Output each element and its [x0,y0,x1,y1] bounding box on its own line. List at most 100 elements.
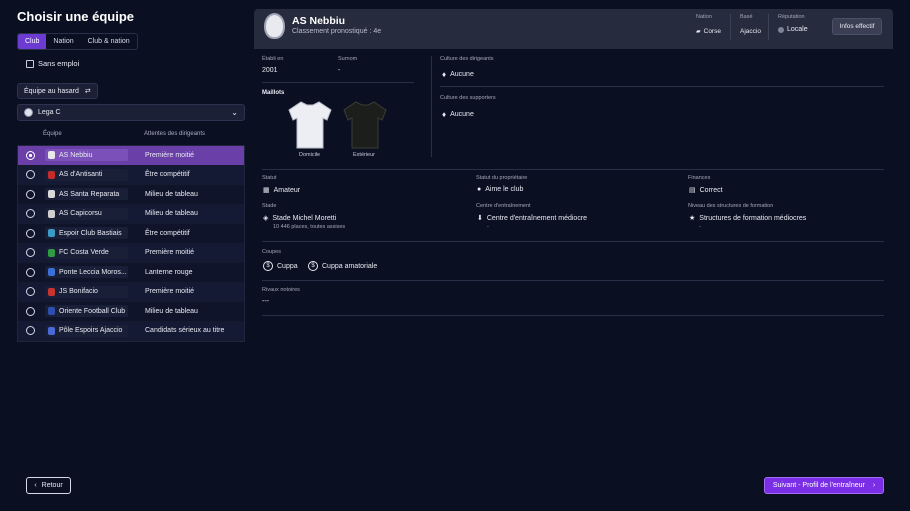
expectation-cell: Milieu de tableau [145,307,198,315]
league-select[interactable]: Lega C ⌄ [17,104,245,121]
club-crest-icon [48,287,55,296]
training-sub: - [487,224,489,230]
person-icon: ● [477,186,482,193]
building-icon: ▦ [263,187,270,194]
table-row[interactable]: Ponte Leccia Moros... Lanterne rouge [18,263,244,283]
back-button[interactable]: ‹ Retour [26,477,71,494]
select-radio[interactable] [26,150,35,160]
supporters-culture-row: ♦ Aucune [442,110,474,119]
select-radio[interactable] [26,248,35,258]
nation-label: Nation [696,14,712,20]
select-radio[interactable] [26,189,35,199]
club-chip[interactable]: Pôle Espoirs Ajaccio [45,324,128,337]
select-radio[interactable] [26,228,35,238]
club-name-cell: AS Capicorsu [59,210,102,218]
club-crest-icon [48,326,55,335]
club-chip[interactable]: FC Costa Verde [45,246,128,259]
stadium-label: Stade [262,203,277,209]
table-row[interactable]: JS Bonifacio Première moitié [18,282,244,302]
club-name-cell: AS Santa Reparata [59,190,120,198]
table-row[interactable]: AS Capicorsu Milieu de tableau [18,204,244,224]
divider [262,82,414,83]
select-radio[interactable] [26,306,35,316]
tab-nation[interactable]: Nation [46,34,80,49]
table-row[interactable]: Pôle Espoirs Ajaccio Candidats sérieux au… [18,321,244,341]
club-name-cell: Pôle Espoirs Ajaccio [59,327,123,335]
club-chip[interactable]: JS Bonifacio [45,285,128,298]
club-chip[interactable]: Ponte Leccia Moros... [45,266,128,279]
select-radio[interactable] [26,287,35,297]
stadium-value[interactable]: Stade Michel Moretti [272,215,336,222]
tab-club-nation[interactable]: Club & nation [81,34,137,49]
expectation-cell: Milieu de tableau [145,190,198,198]
tab-club[interactable]: Club [18,34,47,49]
expectation-cell: Première moitié [145,151,195,159]
owner-row: ● Aime le club [477,186,523,193]
supporters-culture-value: Aucune [450,111,474,118]
team-table: AS Nebbiu Première moitié AS d'Antisanti Êt… [17,145,245,342]
squad-info-button[interactable]: Infos effectif [832,18,882,35]
stadium-icon: ◈ [263,215,269,222]
training-row: ⬇ Centre d'entraînement médiocre [477,214,587,223]
club-crest-icon [48,307,55,316]
cup-name: Cuppa amatoriale [322,262,378,270]
reputation-label: Réputation [778,14,805,20]
club-crest-icon [48,170,55,179]
founded-label: Établi en [262,56,284,62]
select-radio[interactable] [26,267,35,277]
club-chip[interactable]: AS Nebbiu [45,149,128,162]
flame-icon: ♦ [442,110,447,119]
unemployed-checkbox[interactable]: Sans emploi [26,59,79,68]
cups-label: Coupes [262,249,281,255]
table-row[interactable]: FC Costa Verde Première moitié [18,243,244,263]
board-culture-value: Aucune [450,71,474,78]
status-value: Amateur [273,186,301,194]
club-chip[interactable]: AS Santa Reparata [45,188,128,201]
table-row[interactable]: Espoir Club Bastiais Être compétitif [18,224,244,244]
youth-value: Structures de formation médiocres [699,214,807,222]
table-row[interactable]: AS Nebbiu Première moitié [18,146,244,166]
owner-label: Statut du propriétaire [476,175,528,181]
away-kit-label: Extérieur [353,152,376,158]
cup-item[interactable]: $ Cuppa [263,261,298,271]
club-chip[interactable]: Oriente Football Club [45,305,128,318]
club-name-cell: AS Nebbiu [59,151,93,159]
finances-value: Correct [699,186,723,194]
reputation-icon [778,26,784,33]
club-chip[interactable]: Espoir Club Bastiais [45,227,128,240]
based-label: Basé [740,14,753,20]
divider [262,241,884,242]
select-radio[interactable] [26,170,35,180]
mode-tabs: Club Nation Club & nation [17,33,138,50]
cup-item[interactable]: $ Cuppa amatoriale [308,261,377,271]
select-radio[interactable] [26,326,35,336]
next-label: Suivant - Profil de l'entraîneur [772,482,865,489]
back-label: Retour [41,482,63,489]
youth-row: ★ Structures de formation médiocres [689,214,807,223]
expectation-cell: Première moitié [145,249,195,257]
col-team-header[interactable]: Équipe [43,131,144,137]
col-expectation-header[interactable]: Attentes des dirigeants [144,131,205,137]
checkbox-box[interactable] [26,59,34,68]
select-radio[interactable] [26,209,35,219]
club-name-cell: Espoir Club Bastiais [59,229,122,237]
download-icon: ⬇ [477,215,483,222]
random-team-button[interactable]: Équipe au hasard ⇄ [17,83,98,99]
based-info: Basé Ajaccio [740,14,761,35]
next-button[interactable]: Suivant - Profil de l'entraîneur › [764,477,884,494]
table-row[interactable]: AS d'Antisanti Être compétitif [18,165,244,185]
club-chip[interactable]: AS d'Antisanti [45,168,128,181]
club-crest-icon [48,229,55,238]
supporters-culture-label: Culture des supporters [440,95,496,101]
club-name-cell: AS d'Antisanti [59,171,103,179]
board-culture-row: ♦ Aucune [442,70,474,79]
club-name-cell: FC Costa Verde [59,249,109,257]
club-name: AS Nebbiu [292,15,346,27]
nation-value[interactable]: Corse [704,28,721,35]
table-row[interactable]: Oriente Football Club Milieu de tableau [18,302,244,322]
club-chip[interactable]: AS Capicorsu [45,207,128,220]
table-row[interactable]: AS Santa Reparata Milieu de tableau [18,185,244,205]
cup-icon: $ [263,261,273,271]
club-name-cell: Oriente Football Club [59,307,126,315]
training-label: Centre d'entraînement [476,203,531,209]
